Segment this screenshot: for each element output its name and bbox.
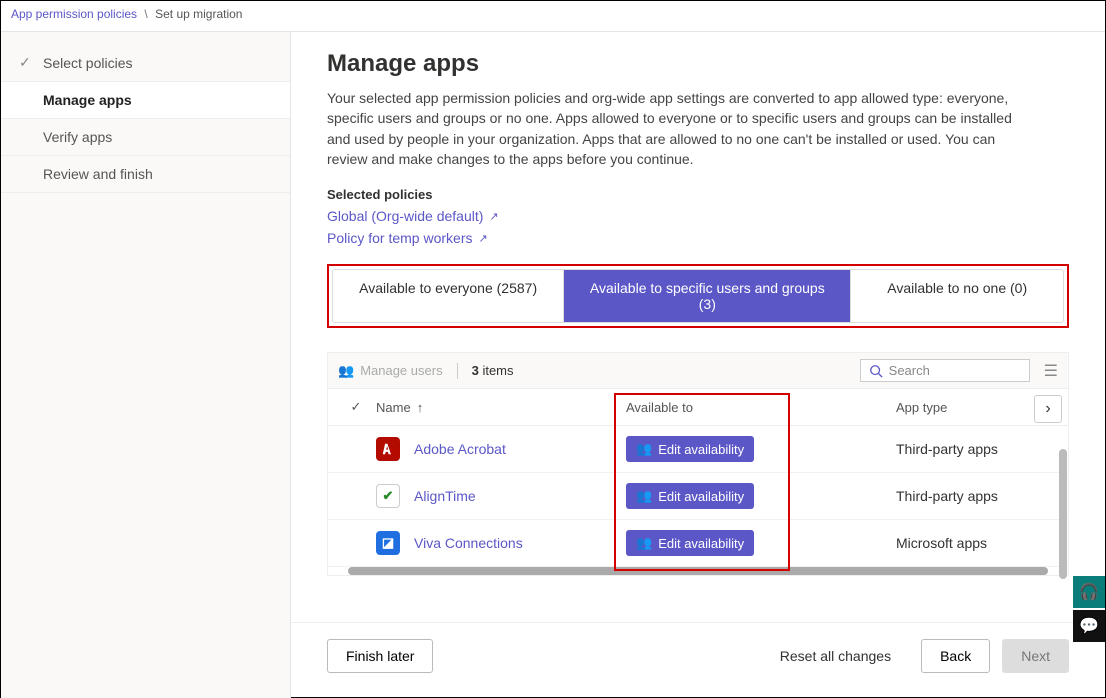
table-header: ✓ Name ↑ Available to App type [328, 389, 1068, 426]
filter-icon[interactable]: ☰ [1044, 361, 1058, 381]
column-name[interactable]: Name ↑ [376, 400, 626, 415]
sidebar-item-verify-apps[interactable]: Verify apps [1, 119, 290, 156]
table-row: ✔ AlignTime 👥 Edit availability Third-pa… [328, 473, 1068, 520]
table-row: Adobe Acrobat 👥 Edit availability Third-… [328, 426, 1068, 473]
policy-link-temp-workers[interactable]: Policy for temp workers ↗ [327, 230, 1069, 246]
availability-tabs-highlight: Available to everyone (2587) Available t… [327, 264, 1069, 328]
checkmark-icon: ✓ [19, 54, 33, 71]
select-all-checkbox[interactable]: ✓ [336, 399, 376, 415]
edit-availability-label: Edit availability [658, 489, 744, 504]
finish-later-button[interactable]: Finish later [327, 639, 433, 673]
app-icon: ◪ [376, 531, 400, 555]
app-icon [376, 437, 400, 461]
horizontal-scrollbar[interactable] [348, 567, 1048, 575]
edit-availability-button[interactable]: 👥 Edit availability [626, 436, 754, 462]
availability-tabs: Available to everyone (2587) Available t… [332, 269, 1064, 323]
sidebar-item-review-finish[interactable]: Review and finish [1, 156, 290, 193]
app-link[interactable]: Adobe Acrobat [414, 441, 506, 457]
app-type-cell: Third-party apps [856, 488, 1060, 504]
app-type-cell: Microsoft apps [856, 535, 1060, 551]
column-name-label: Name [376, 400, 411, 415]
next-button[interactable]: Next [1002, 639, 1069, 673]
people-icon: 👥 [636, 441, 652, 457]
selected-policies-label: Selected policies [327, 187, 1069, 202]
policy-link-label: Policy for temp workers [327, 230, 472, 246]
policy-link-global[interactable]: Global (Org-wide default) ↗ [327, 208, 1069, 224]
item-count: 3 items [472, 363, 514, 378]
breadcrumb-parent[interactable]: App permission policies [11, 7, 137, 21]
breadcrumb-current: Set up migration [155, 7, 242, 21]
manage-users-button[interactable]: 👥 Manage users [338, 363, 443, 379]
people-icon: 👥 [338, 363, 354, 379]
column-available-to[interactable]: Available to [626, 400, 856, 415]
edit-availability-label: Edit availability [658, 536, 744, 551]
headset-icon: 🎧 [1079, 582, 1099, 602]
sidebar-item-label: Manage apps [43, 92, 132, 108]
app-type-cell: Third-party apps [856, 441, 1060, 457]
wizard-footer: Finish later Reset all changes Back Next [291, 622, 1105, 697]
sort-asc-icon: ↑ [417, 400, 424, 415]
people-icon: 👥 [636, 535, 652, 551]
vertical-scrollbar[interactable] [1059, 449, 1067, 579]
scroll-right-button[interactable]: › [1034, 395, 1062, 423]
page-title: Manage apps [327, 50, 1069, 78]
open-external-icon: ↗ [478, 232, 487, 245]
edit-availability-button[interactable]: 👥 Edit availability [626, 483, 754, 509]
reset-all-changes-button[interactable]: Reset all changes [762, 640, 909, 672]
sidebar-item-label: Review and finish [43, 166, 153, 182]
manage-users-label: Manage users [360, 363, 442, 378]
sidebar-item-select-policies[interactable]: ✓ Select policies [1, 44, 290, 82]
app-link[interactable]: AlignTime [414, 488, 476, 504]
tab-available-specific[interactable]: Available to specific users and groups (… [564, 270, 851, 322]
item-count-word: items [482, 363, 513, 378]
edit-availability-label: Edit availability [658, 442, 744, 457]
search-placeholder: Search [889, 363, 930, 378]
table-toolbar: 👥 Manage users 3 items Search ☰ [327, 352, 1069, 388]
feedback-widget[interactable]: 💬 [1073, 610, 1105, 642]
search-icon [869, 364, 883, 378]
app-link[interactable]: Viva Connections [414, 535, 523, 551]
people-icon: 👥 [636, 488, 652, 504]
apps-table: › ✓ Name ↑ Available to App type Adobe A… [327, 388, 1069, 576]
sidebar-item-manage-apps[interactable]: Manage apps [1, 82, 290, 119]
column-app-type[interactable]: App type [856, 400, 1060, 415]
sidebar-item-label: Select policies [43, 55, 133, 71]
app-icon: ✔ [376, 484, 400, 508]
back-button[interactable]: Back [921, 639, 990, 673]
feedback-icon: 💬 [1079, 616, 1099, 636]
item-count-number: 3 [472, 363, 479, 378]
tab-available-everyone[interactable]: Available to everyone (2587) [333, 270, 564, 322]
breadcrumb-separator: \ [140, 7, 151, 21]
page-description: Your selected app permission policies an… [327, 88, 1037, 169]
chevron-right-icon: › [1045, 400, 1050, 418]
side-widgets: 🎧 💬 [1073, 576, 1105, 644]
edit-availability-button[interactable]: 👥 Edit availability [626, 530, 754, 556]
tab-available-no-one[interactable]: Available to no one (0) [851, 270, 1063, 322]
main-panel: Manage apps Your selected app permission… [291, 32, 1105, 698]
wizard-sidebar: ✓ Select policies Manage apps Verify app… [1, 32, 291, 698]
search-input[interactable]: Search [860, 359, 1030, 382]
help-widget[interactable]: 🎧 [1073, 576, 1105, 608]
sidebar-item-label: Verify apps [43, 129, 112, 145]
toolbar-divider [457, 363, 458, 379]
breadcrumb: App permission policies \ Set up migrati… [1, 1, 1105, 32]
table-row: ◪ Viva Connections 👥 Edit availability M… [328, 520, 1068, 567]
open-external-icon: ↗ [489, 210, 498, 223]
policy-link-label: Global (Org-wide default) [327, 208, 483, 224]
